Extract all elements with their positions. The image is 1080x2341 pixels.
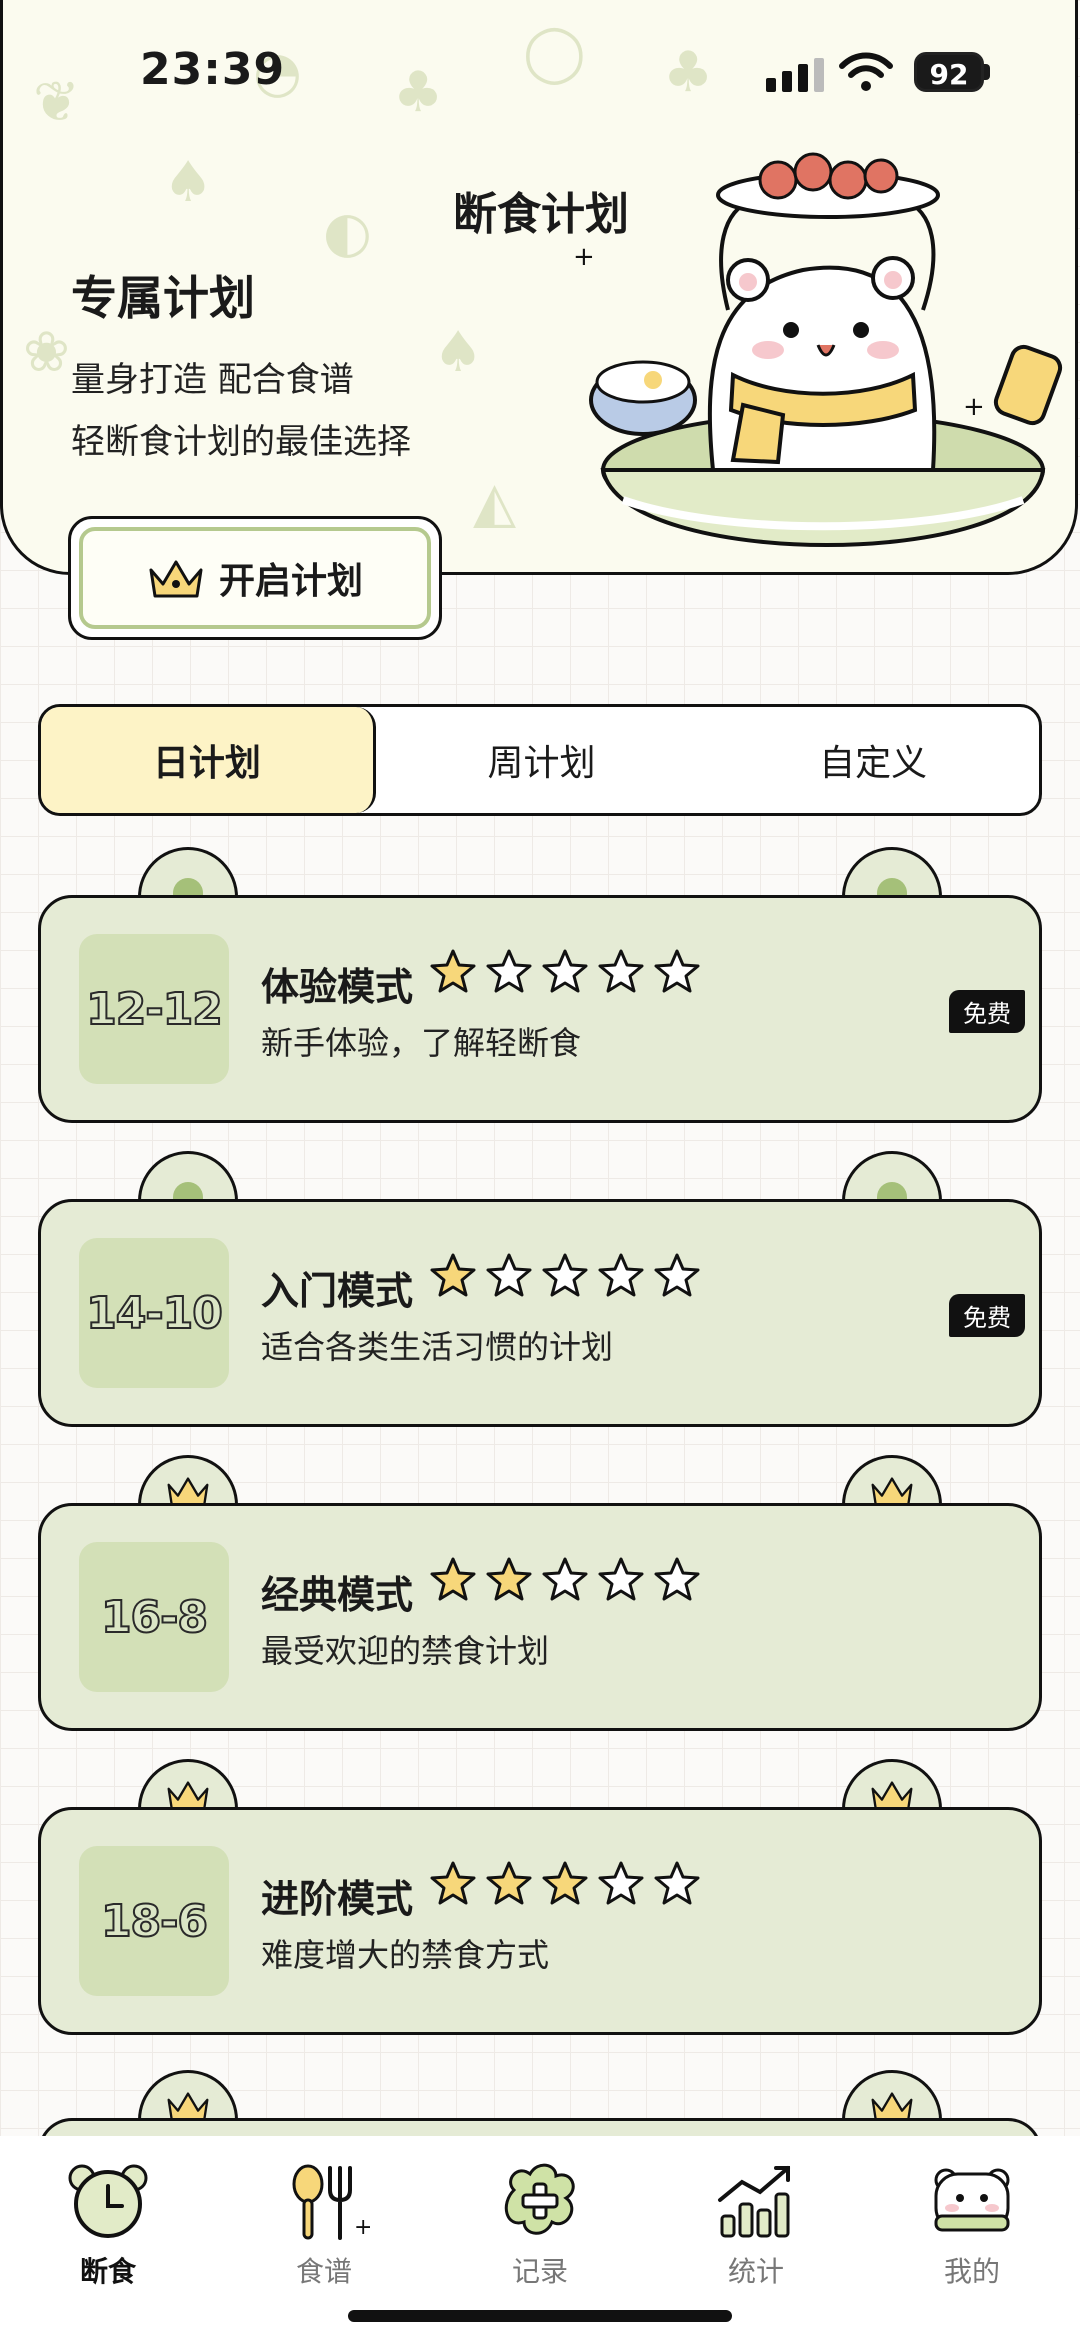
difficulty-stars [429,1860,701,1906]
plan-mode-name: 体验模式 [261,965,414,1009]
plan-ratio: 12-12 [79,934,229,1084]
star-icon [430,1861,476,1905]
strawberry-deco-icon: ♠ [163,150,214,215]
star-icon [654,1861,700,1905]
plan-description: 难度增大的禁食方式 [261,1936,550,1974]
plan-description: 适合各类生活习惯的计划 [261,1328,614,1366]
free-badge: 免费 [949,1294,1025,1337]
tab-weekly-plan[interactable]: 周计划 [376,707,708,813]
star-icon [654,1557,700,1601]
nav-label: 统计 [727,2255,784,2288]
nav-label: 断食 [79,2255,136,2288]
star-icon [486,949,532,993]
nav-profile[interactable]: 我的 [864,2136,1080,2341]
plan-title: 专属计划 [71,271,255,325]
star-icon [542,1253,588,1297]
star-icon [430,1557,476,1601]
plan-type-tabs: 日计划 周计划 自定义 [38,704,1042,816]
star-icon [598,1253,644,1297]
battery-indicator: 92 [914,52,984,92]
start-plan-button-inner[interactable]: 开启计划 [79,527,431,629]
add-record-icon [504,2163,575,2235]
star-icon [654,1253,700,1297]
difficulty-stars [429,948,701,994]
plan-card-body: 14-10 入门模式适合各类生活习惯的计划 免费 [38,1199,1042,1427]
plan-card-body: 18-6 进阶模式难度增大的禁食方式 [38,1807,1042,2035]
nav-label: 食谱 [295,2255,352,2288]
start-plan-button[interactable]: 开启计划 [68,516,442,640]
strawberry-deco-icon: ♣ [393,60,444,125]
alarm-clock-icon [68,2164,148,2238]
bear-mascot-illustration: + + [573,152,1063,547]
star-icon [598,1557,644,1601]
tab-custom-plan[interactable]: 自定义 [707,707,1039,813]
plan-ratio: 18-6 [79,1846,229,1996]
chart-icon [718,2166,790,2238]
nav-label: 我的 [943,2255,1000,2288]
plan-description: 最受欢迎的禁食计划 [261,1632,550,1670]
page-title: 断食计划 [453,189,629,240]
status-time: 23:39 [140,44,286,95]
plan-mode-name: 进阶模式 [261,1877,414,1921]
difficulty-stars [429,1556,701,1602]
star-icon [486,1557,532,1601]
nav-fasting[interactable]: 断食 [0,2136,216,2341]
plan-card[interactable]: 14-10 入门模式适合各类生活习惯的计划 免费 [38,1151,1042,1427]
vegetable-deco-icon: ❦ [33,70,80,135]
start-plan-label: 开启计划 [218,560,363,602]
battery-tip [984,64,990,80]
bear-avatar-icon [934,2168,1010,2232]
strawberry-deco-icon: ♣ [663,40,714,105]
plan-subtitle-line-2: 轻断食计划的最佳选择 [71,422,411,462]
star-icon [542,1861,588,1905]
plan-mode-name: 经典模式 [261,1573,414,1617]
home-indicator [348,2310,732,2322]
plan-ratio: 16-8 [79,1542,229,1692]
wifi-icon [839,52,893,91]
crown-icon [149,560,203,598]
svg-text:+: + [573,242,595,272]
plan-card-body: 16-8 经典模式最受欢迎的禁食计划 [38,1503,1042,1731]
utensils-icon: + [292,2164,370,2240]
plan-card[interactable]: 18-6 进阶模式难度增大的禁食方式 [38,1759,1042,2035]
apple-deco-icon: ◯ [523,20,586,85]
star-icon [542,949,588,993]
signal-icon [766,58,824,92]
watermelon-deco-icon: ◭ [473,470,517,535]
star-icon [542,1557,588,1601]
plan-ratio: 14-10 [79,1238,229,1388]
star-icon [598,1861,644,1905]
svg-text:+: + [963,392,985,422]
plan-mode-name: 入门模式 [261,1269,414,1313]
star-icon [486,1861,532,1905]
nav-label: 记录 [511,2255,568,2288]
fruit-deco-icon: ◐ [323,200,372,265]
star-icon [430,1253,476,1297]
star-icon [486,1253,532,1297]
plan-card[interactable]: 12-12 体验模式新手体验，了解轻断食 免费 [38,847,1042,1123]
difficulty-stars [429,1252,701,1298]
tab-daily-plan[interactable]: 日计划 [41,707,376,813]
svg-text:+: + [354,2215,370,2240]
star-icon [598,949,644,993]
plan-subtitle-line-1: 量身打造 配合食谱 [71,360,354,400]
strawberry-deco-icon: ♠ [433,320,484,385]
fruit-deco-icon: ❀ [23,320,70,385]
plan-card-body: 12-12 体验模式新手体验，了解轻断食 免费 [38,895,1042,1123]
star-icon [654,949,700,993]
star-icon [430,949,476,993]
plan-description: 新手体验，了解轻断食 [261,1024,582,1062]
free-badge: 免费 [949,990,1025,1033]
plan-card[interactable]: 16-8 经典模式最受欢迎的禁食计划 [38,1455,1042,1731]
